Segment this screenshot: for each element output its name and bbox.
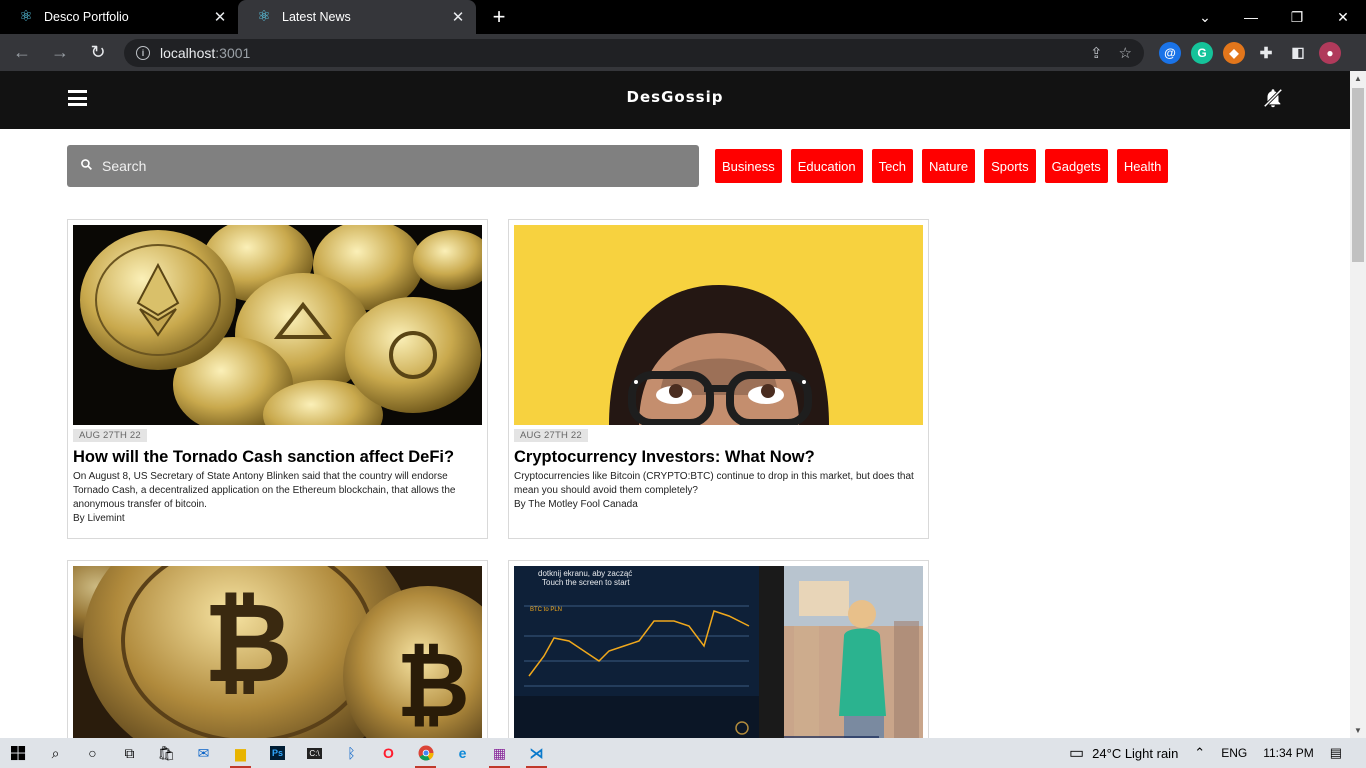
scroll-up-icon[interactable]: ▲ bbox=[1350, 74, 1366, 83]
article-title[interactable]: How will the Tornado Cash sanction affec… bbox=[73, 447, 482, 467]
tab-title: Latest News bbox=[282, 10, 351, 24]
category-gadgets-button[interactable]: Gadgets bbox=[1044, 149, 1108, 183]
article-title[interactable]: Cryptocurrency Investors: What Now? bbox=[514, 447, 923, 467]
email-extension-icon[interactable]: @ bbox=[1159, 41, 1181, 64]
language-indicator[interactable]: ENG bbox=[1221, 746, 1247, 760]
tab-latest-news[interactable]: ⚛ Latest News ✕ bbox=[238, 0, 476, 34]
article-byline: By Livemint bbox=[73, 513, 125, 524]
scrollbar-thumb[interactable] bbox=[1352, 88, 1364, 262]
atm-chart-label: BTC to PLN bbox=[530, 607, 563, 613]
article-image-ethereum-coins[interactable] bbox=[73, 225, 482, 425]
news-card[interactable]: AUG 27TH 22 Cryptocurrency Investors: Wh… bbox=[508, 219, 929, 539]
bell-off-icon[interactable] bbox=[1262, 87, 1284, 109]
winrar-icon[interactable]: ▦ bbox=[481, 738, 518, 768]
article-date: AUG 27TH 22 bbox=[73, 429, 147, 442]
windows-taskbar: ⌕ ○ ⧉ 🛍 ✉ ▆ Ps C:\ ᛒ O e ▦ ⋊ ▭ 24°C Ligh… bbox=[0, 738, 1366, 768]
system-tray: ▭ 24°C Light rain ⌃ ENG 11:34 PM ▤ bbox=[1061, 738, 1366, 768]
browser-tab-strip: ⚛ Desco Portfolio ✕ ⚛ Latest News ✕ + ⌄ … bbox=[0, 0, 1366, 34]
info-icon[interactable]: i bbox=[136, 45, 150, 60]
terminal-icon[interactable]: C:\ bbox=[296, 738, 333, 768]
extensions-puzzle-icon[interactable]: ✚ bbox=[1255, 42, 1277, 64]
opera-icon[interactable]: O bbox=[370, 738, 407, 768]
close-icon[interactable]: ✕ bbox=[212, 8, 228, 26]
category-buttons: Business Education Tech Nature Sports Ga… bbox=[715, 149, 1177, 183]
brand-title[interactable]: DesGossip bbox=[0, 88, 1350, 106]
bookmark-star-icon[interactable]: ☆ bbox=[1119, 44, 1132, 62]
tab-title: Desco Portfolio bbox=[44, 10, 129, 24]
news-card[interactable]: ₿ ₿ bbox=[67, 560, 488, 766]
bluetooth-icon[interactable]: ᛒ bbox=[333, 738, 370, 768]
search-input[interactable] bbox=[102, 158, 662, 174]
news-card[interactable]: dotknij ekranu, aby zacząć Touch the scr… bbox=[508, 560, 929, 766]
category-education-button[interactable]: Education bbox=[790, 149, 863, 183]
store-icon[interactable]: 🛍 bbox=[148, 738, 185, 768]
chevron-up-icon[interactable]: ⌃ bbox=[1194, 745, 1205, 761]
tab-desco-portfolio[interactable]: ⚛ Desco Portfolio ✕ bbox=[0, 0, 238, 34]
address-bar[interactable]: i localhost:3001 ⇪ ☆ bbox=[124, 38, 1144, 67]
article-description: On August 8, US Secretary of State Anton… bbox=[73, 471, 456, 510]
back-button[interactable]: ← bbox=[6, 37, 38, 69]
article-description: Cryptocurrencies like Bitcoin (CRYPTO:BT… bbox=[514, 471, 914, 496]
app-header: DesGossip bbox=[0, 71, 1350, 129]
react-icon: ⚛ bbox=[257, 8, 271, 25]
weather-text[interactable]: 24°C Light rain bbox=[1092, 746, 1178, 761]
url-host: localhost bbox=[160, 44, 216, 61]
clock[interactable]: 11:34 PM bbox=[1263, 746, 1313, 760]
category-sports-button[interactable]: Sports bbox=[984, 149, 1036, 183]
article-byline: By The Motley Fool Canada bbox=[514, 499, 638, 510]
profile-avatar[interactable]: ● bbox=[1319, 41, 1341, 64]
side-panel-icon[interactable]: ◧ bbox=[1287, 42, 1309, 64]
chevron-down-icon[interactable]: ⌄ bbox=[1182, 0, 1228, 34]
window-close-button[interactable]: ✕ bbox=[1320, 0, 1366, 34]
atm-screen-text: dotknij ekranu, aby zacząć bbox=[538, 569, 633, 578]
article-image-woman-glasses[interactable] bbox=[514, 225, 923, 425]
cortana-icon[interactable]: ○ bbox=[74, 738, 111, 768]
mail-icon[interactable]: ✉ bbox=[185, 738, 222, 768]
article-image-bitcoin-coins[interactable]: ₿ ₿ bbox=[73, 566, 482, 766]
news-card[interactable]: AUG 27TH 22 How will the Tornado Cash sa… bbox=[67, 219, 488, 539]
grammarly-icon[interactable]: G bbox=[1191, 41, 1213, 64]
svg-text:₿: ₿ bbox=[396, 633, 469, 738]
chrome-icon[interactable] bbox=[407, 738, 444, 768]
category-business-button[interactable]: Business bbox=[715, 149, 782, 183]
svg-text:₿: ₿ bbox=[203, 579, 293, 707]
article-date: AUG 27TH 22 bbox=[514, 429, 588, 442]
vscode-icon[interactable]: ⋊ bbox=[518, 738, 555, 768]
new-tab-button[interactable]: + bbox=[484, 0, 514, 34]
category-tech-button[interactable]: Tech bbox=[871, 149, 914, 183]
category-health-button[interactable]: Health bbox=[1116, 149, 1169, 183]
restore-button[interactable]: ❐ bbox=[1274, 0, 1320, 34]
metamask-icon[interactable]: ◆ bbox=[1223, 41, 1245, 64]
share-icon[interactable]: ⇪ bbox=[1090, 44, 1103, 62]
search-icon bbox=[80, 158, 93, 174]
edge-icon[interactable]: e bbox=[444, 738, 481, 768]
weather-icon[interactable]: ▭ bbox=[1069, 743, 1084, 763]
search-box[interactable] bbox=[67, 145, 699, 187]
react-icon: ⚛ bbox=[19, 8, 33, 25]
task-view-icon[interactable]: ⧉ bbox=[111, 738, 148, 768]
scroll-down-icon[interactable]: ▼ bbox=[1350, 726, 1366, 735]
search-icon[interactable]: ⌕ bbox=[37, 738, 74, 768]
close-icon[interactable]: ✕ bbox=[450, 8, 466, 26]
file-explorer-icon[interactable]: ▆ bbox=[222, 738, 259, 768]
photoshop-icon[interactable]: Ps bbox=[259, 738, 296, 768]
browser-toolbar: ← → ↻ i localhost:3001 ⇪ ☆ @ G ◆ ✚ ◧ ● bbox=[0, 34, 1366, 71]
notification-center-icon[interactable]: ▤ bbox=[1330, 745, 1342, 761]
windows-start-icon[interactable] bbox=[0, 738, 37, 768]
article-image-crypto-atm[interactable]: dotknij ekranu, aby zacząć Touch the scr… bbox=[514, 566, 923, 766]
page-scrollbar[interactable]: ▲ ▼ bbox=[1350, 71, 1366, 738]
reload-button[interactable]: ↻ bbox=[82, 37, 114, 69]
atm-screen-text: Touch the screen to start bbox=[542, 578, 630, 587]
category-nature-button[interactable]: Nature bbox=[922, 149, 976, 183]
minimize-button[interactable]: — bbox=[1228, 0, 1274, 34]
forward-button[interactable]: → bbox=[44, 37, 76, 69]
url-port: :3001 bbox=[215, 44, 251, 61]
